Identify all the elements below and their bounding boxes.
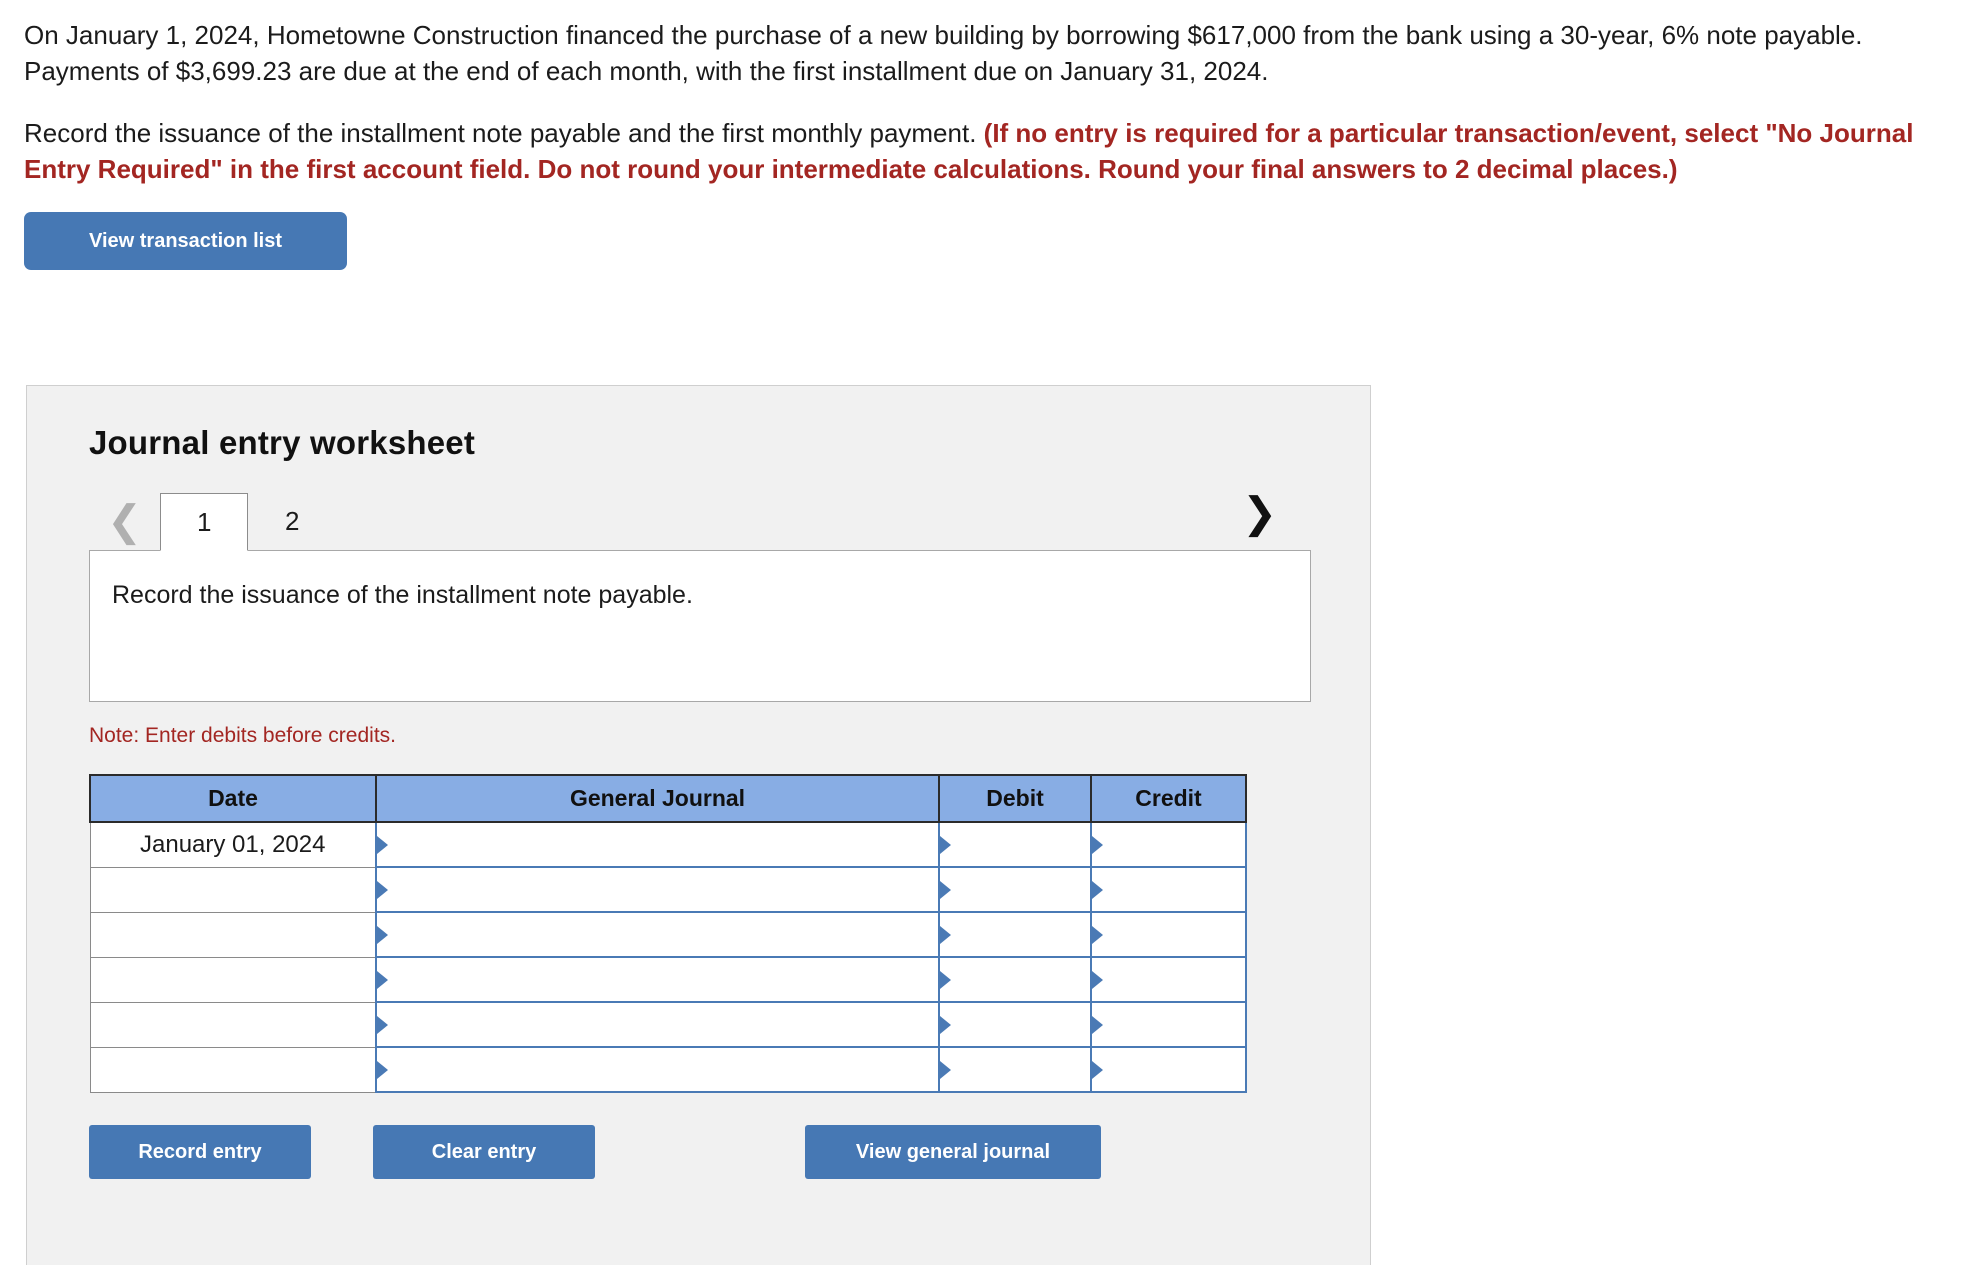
general-journal-account-select[interactable]: [375, 911, 940, 958]
worksheet-action-buttons: Record entry Clear entry View general jo…: [89, 1125, 1309, 1183]
dropdown-triangle-icon: [377, 1015, 388, 1034]
column-header-credit: Credit: [1090, 774, 1247, 823]
dropdown-triangle-icon: [940, 835, 951, 854]
general-journal-account-select[interactable]: [375, 956, 940, 1003]
table-row: January 01, 2024: [89, 821, 1247, 868]
credit-input[interactable]: [1090, 956, 1247, 1003]
table-header-row: Date General Journal Debit Credit: [89, 774, 1247, 823]
date-cell[interactable]: [89, 866, 377, 913]
view-transaction-list-button[interactable]: View transaction list: [24, 211, 347, 270]
general-journal-account-select[interactable]: [375, 821, 940, 868]
top-button-row: View transaction list: [0, 188, 1984, 270]
date-cell[interactable]: January 01, 2024: [89, 821, 377, 868]
transaction-description-text: Record the issuance of the installment n…: [112, 581, 693, 609]
dropdown-triangle-icon: [940, 1015, 951, 1034]
dropdown-triangle-icon: [940, 880, 951, 899]
problem-paragraph-2: Record the issuance of the installment n…: [24, 116, 1960, 188]
chevron-right-icon[interactable]: ❯: [1242, 492, 1277, 542]
date-cell[interactable]: [89, 1046, 377, 1093]
general-journal-account-select[interactable]: [375, 866, 940, 913]
credit-input[interactable]: [1090, 1001, 1247, 1048]
worksheet-tab-1[interactable]: 1: [160, 493, 249, 551]
debit-input[interactable]: [938, 911, 1092, 958]
table-row: [89, 866, 1247, 913]
dropdown-triangle-icon: [940, 925, 951, 944]
dropdown-triangle-icon: [377, 835, 388, 854]
dropdown-triangle-icon: [1092, 835, 1103, 854]
dropdown-triangle-icon: [1092, 1060, 1103, 1079]
table-row: [89, 1046, 1247, 1093]
problem-paragraph-1: On January 1, 2024, Hometowne Constructi…: [24, 20, 1863, 86]
date-cell[interactable]: [89, 1001, 377, 1048]
clear-entry-button[interactable]: Clear entry: [373, 1125, 595, 1179]
credit-input[interactable]: [1090, 866, 1247, 913]
problem-statement: On January 1, 2024, Hometowne Constructi…: [0, 0, 1984, 188]
column-header-date: Date: [89, 774, 377, 823]
table-row: [89, 956, 1247, 1003]
column-header-debit: Debit: [938, 774, 1092, 823]
date-cell[interactable]: [89, 911, 377, 958]
dropdown-triangle-icon: [377, 1060, 388, 1079]
table-row: [89, 911, 1247, 958]
debit-input[interactable]: [938, 821, 1092, 868]
debit-input[interactable]: [938, 1001, 1092, 1048]
table-row: [89, 1001, 1247, 1048]
date-cell[interactable]: [89, 956, 377, 1003]
debit-input[interactable]: [938, 1046, 1092, 1093]
dropdown-triangle-icon: [1092, 1015, 1103, 1034]
debits-before-credits-note: Note: Enter debits before credits.: [89, 724, 396, 747]
column-header-general-journal: General Journal: [375, 774, 940, 823]
general-journal-account-select[interactable]: [375, 1046, 940, 1093]
dropdown-triangle-icon: [1092, 880, 1103, 899]
view-general-journal-button[interactable]: View general journal: [805, 1125, 1101, 1179]
credit-input[interactable]: [1090, 911, 1247, 958]
journal-entry-table: Date General Journal Debit Credit Januar…: [89, 774, 1247, 1093]
dropdown-triangle-icon: [377, 925, 388, 944]
worksheet-title: Journal entry worksheet: [89, 424, 476, 461]
dropdown-triangle-icon: [377, 970, 388, 989]
problem-instruction-text: Record the issuance of the installment n…: [24, 117, 984, 148]
credit-input[interactable]: [1090, 1046, 1247, 1093]
record-entry-button[interactable]: Record entry: [89, 1125, 311, 1179]
general-journal-account-select[interactable]: [375, 1001, 940, 1048]
debit-input[interactable]: [938, 956, 1092, 1003]
journal-entry-worksheet-panel: Journal entry worksheet ❮ 1 2 ❯ Record t…: [26, 385, 1371, 1265]
chevron-left-icon[interactable]: ❮: [107, 500, 142, 550]
transaction-description-box: Record the issuance of the installment n…: [89, 550, 1311, 702]
dropdown-triangle-icon: [940, 970, 951, 989]
dropdown-triangle-icon: [377, 880, 388, 899]
worksheet-tab-bar: ❮ 1 2 ❯: [27, 488, 1370, 551]
dropdown-triangle-icon: [1092, 970, 1103, 989]
credit-input[interactable]: [1090, 821, 1247, 868]
debit-input[interactable]: [938, 866, 1092, 913]
dropdown-triangle-icon: [1092, 925, 1103, 944]
dropdown-triangle-icon: [940, 1060, 951, 1079]
worksheet-tab-2[interactable]: 2: [248, 492, 336, 550]
